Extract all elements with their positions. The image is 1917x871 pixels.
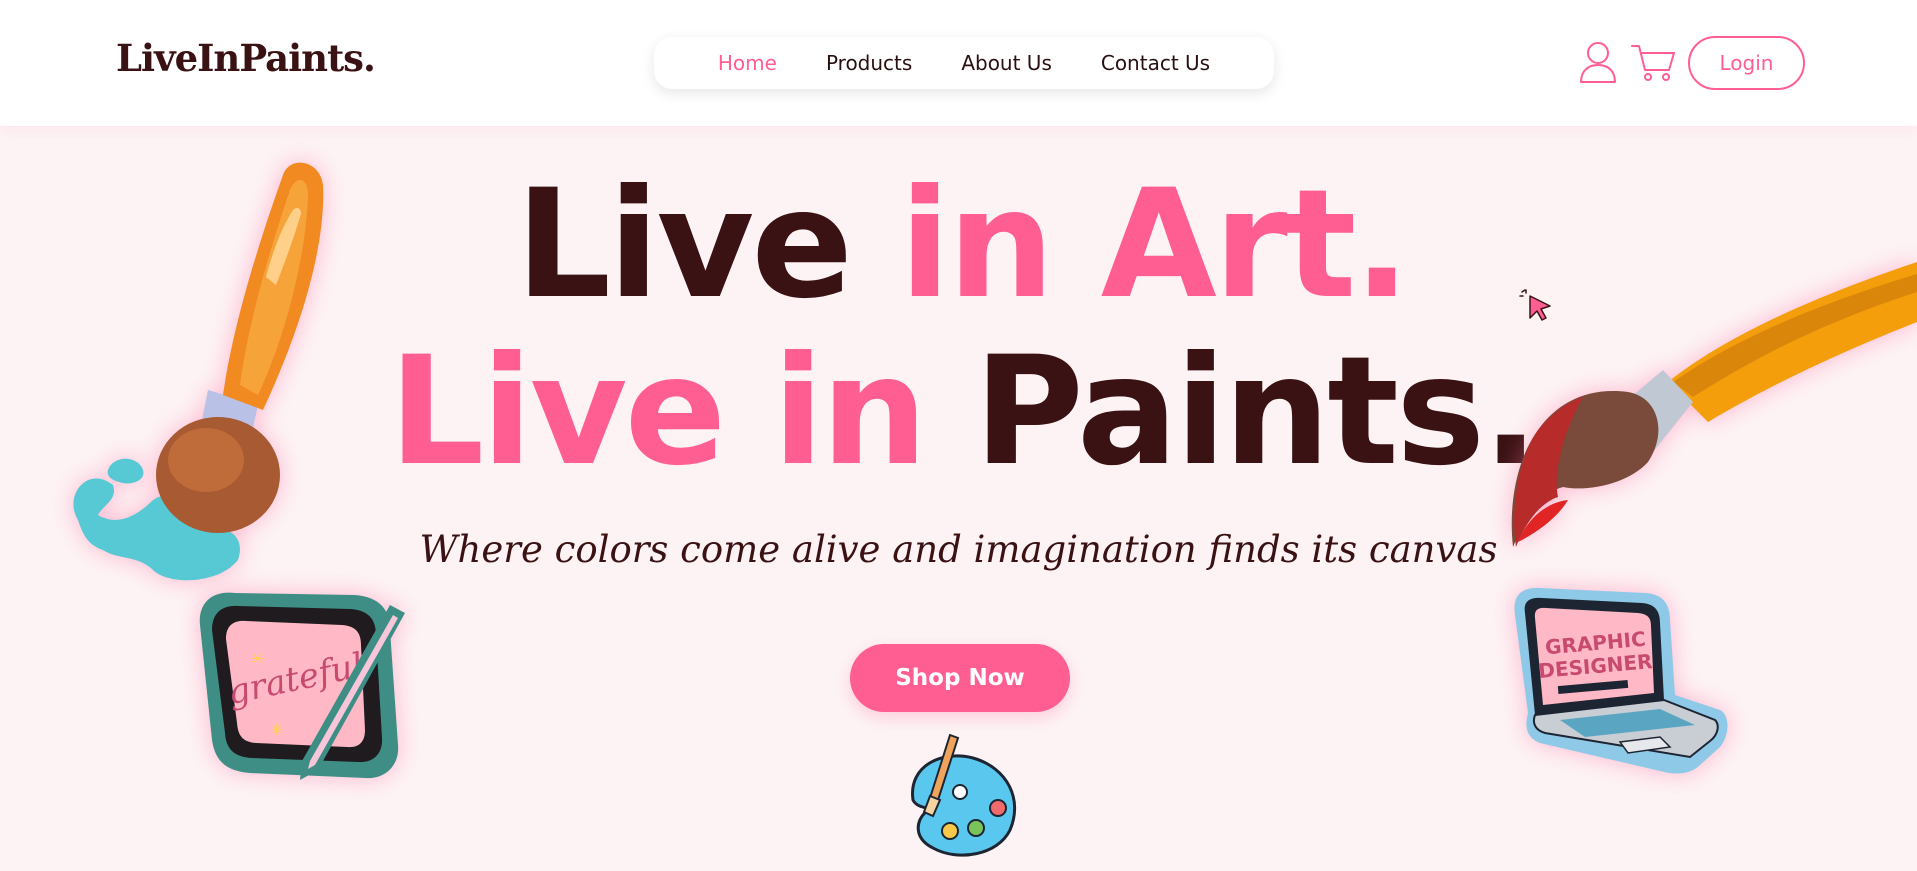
nav-contact-us[interactable]: Contact Us	[1101, 51, 1210, 75]
site-logo[interactable]: LiveInPaints.	[116, 36, 376, 80]
nav-products[interactable]: Products	[826, 51, 912, 75]
palette-icon	[898, 730, 1023, 860]
hero-title-dark-part: Live	[515, 158, 900, 332]
svg-text:✳: ✳	[270, 720, 283, 739]
hero-title-dark-part: Paints.	[973, 325, 1539, 499]
user-icon[interactable]	[1578, 40, 1618, 84]
hero-title-pink-part: Live in	[388, 325, 974, 499]
nav-about-us[interactable]: About Us	[961, 51, 1052, 75]
hero-title-pink-part: in Art.	[899, 158, 1410, 332]
nav-home[interactable]: Home	[718, 51, 777, 75]
main-nav: Home Products About Us Contact Us	[654, 37, 1274, 89]
shop-now-button[interactable]: Shop Now	[850, 644, 1070, 712]
cursor-icon	[1518, 288, 1554, 324]
tablet-sticker-icon: grateful ✳ ✳ ✳	[190, 585, 430, 785]
laptop-sticker-icon: GRAPHIC DESIGNER	[1510, 585, 1730, 775]
paintbrush-right-icon	[1508, 262, 1917, 552]
paintbrush-left-icon	[58, 155, 338, 581]
login-button[interactable]: Login	[1688, 36, 1805, 90]
svg-text:✳: ✳	[250, 649, 265, 670]
site-header: LiveInPaints. Home Products About Us Con…	[0, 0, 1917, 126]
cart-icon[interactable]	[1630, 42, 1676, 82]
